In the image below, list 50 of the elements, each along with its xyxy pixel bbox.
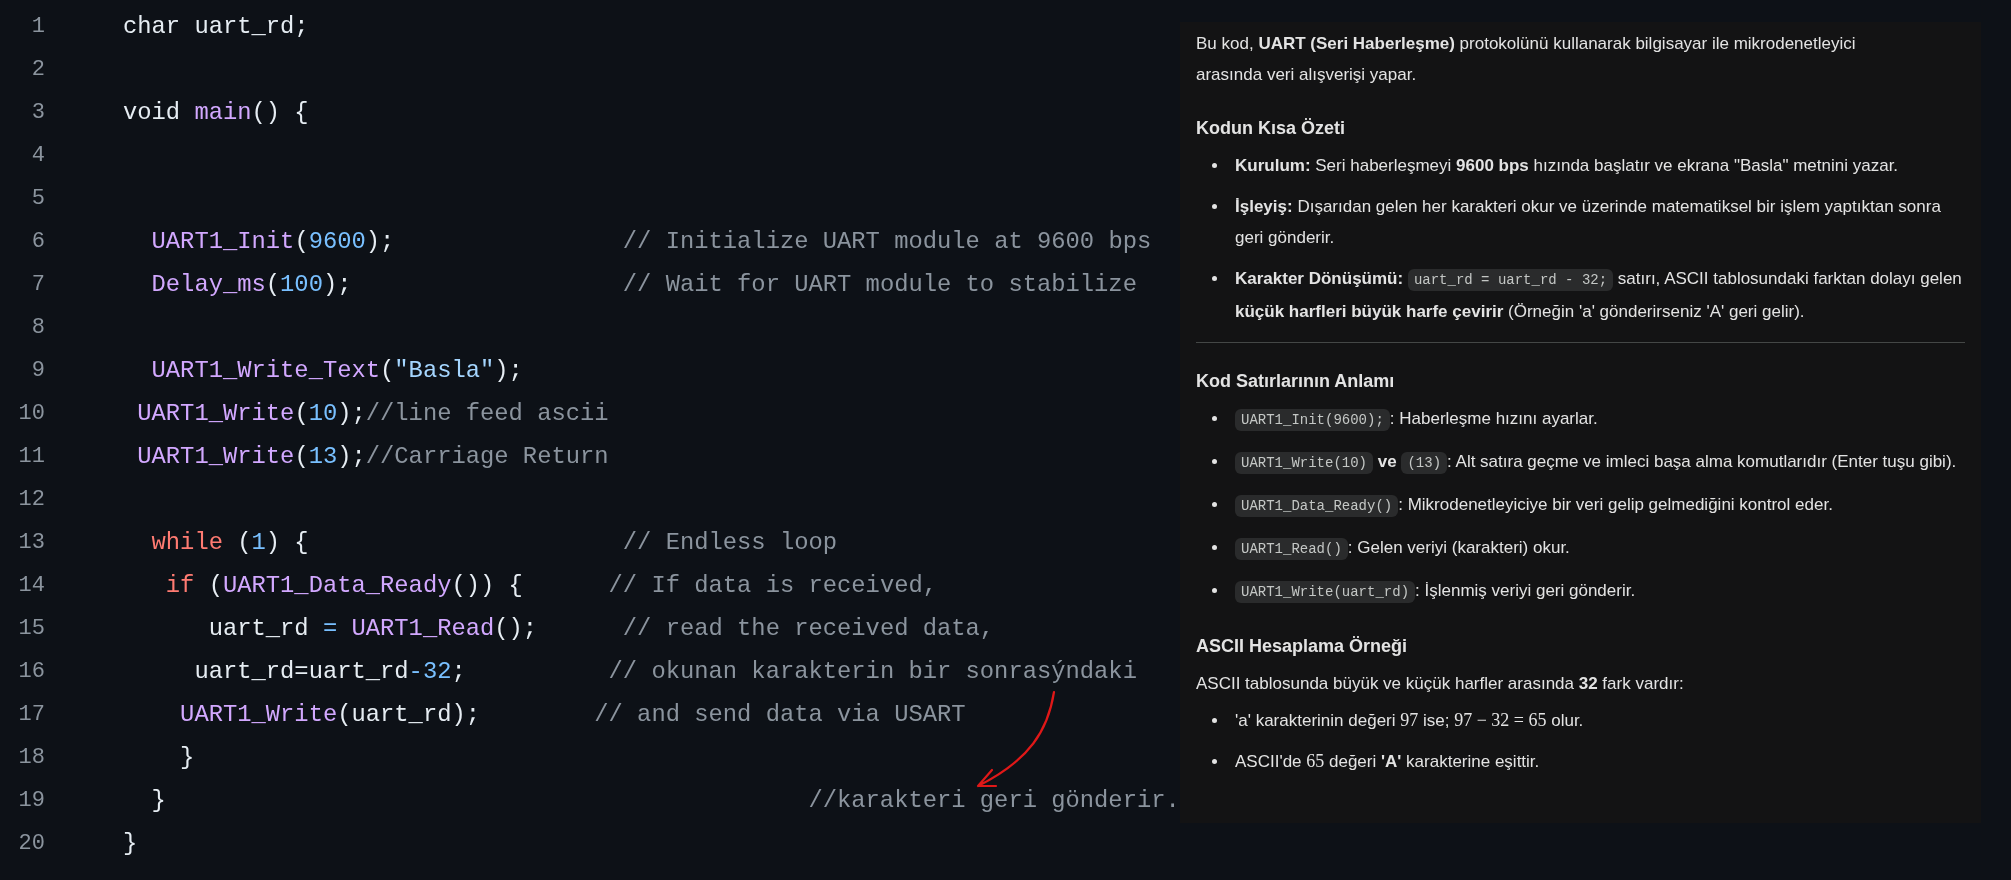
- line-number: 4: [30, 142, 45, 170]
- bullet-text: UART1_Write(uart_rd) : İşlenmiş veriyi geri gönderir.: [1235, 575, 1636, 608]
- line-number: 19: [17, 787, 45, 815]
- line-number: 20: [17, 830, 45, 858]
- code-line: UART1_Write(10);//line feed ascii: [136, 398, 609, 429]
- section-heading: ASCII Hesaplama Örneği: [1196, 635, 1409, 658]
- line-number: 12: [17, 486, 45, 514]
- code-line: while (1) { // Endless loop: [150, 527, 838, 558]
- section-heading: Kodun Kısa Özeti: [1196, 117, 1346, 140]
- line-number: 8: [30, 314, 45, 342]
- bullet-text: Kurulum: Seri haberleşmeyi 9600 bps hızında başlatır ve ekrana "Basla" metnini yazar.: [1235, 155, 1899, 177]
- code-line: Delay_ms(100); // Wait for UART module to stabilize: [150, 269, 1137, 300]
- line-number: 15: [17, 615, 45, 643]
- code-line: char uart_rd;: [123, 11, 309, 42]
- line-number: 1: [30, 13, 45, 41]
- line-number: 5: [30, 185, 45, 213]
- bullet-text: ASCII'de 65 değeri 'A' karakterine eşittir.: [1235, 750, 1540, 773]
- line-number: 18: [17, 744, 45, 772]
- line-number: 14: [17, 572, 45, 600]
- code-line: }: [179, 742, 195, 773]
- code-line: UART1_Write_Text("Basla");: [150, 355, 523, 386]
- bullet-text: İşleyiş: Dışarıdan gelen her karakteri okur ve üzerinde matematiksel bir işlem yaptıktan sonra geri gönderir.: [1235, 196, 1942, 249]
- bullet-text: Karakter Dönüşümü: uart_rd = uart_rd - 32; satırı, ASCII tablosundaki farktan dolayı gelen küçük harfleri büyük harfe çevirir (Örneğin 'a' gönderirseniz 'A' geri gelir).: [1235, 268, 1963, 323]
- bullet-text: UART1_Init(9600); : Haberleşme hızını ayarlar.: [1235, 403, 1598, 436]
- line-number: 9: [30, 357, 45, 385]
- code-line: UART1_Write(13);//Carriage Return: [136, 441, 609, 472]
- bullet-text: UART1_Read() : Gelen veriyi (karakteri) okur.: [1235, 532, 1570, 565]
- line-number: 3: [30, 99, 45, 127]
- code-line: if (UART1_Data_Ready()) { // If data is received,: [164, 570, 937, 601]
- line-number: 17: [17, 701, 45, 729]
- intro-paragraph: Bu kod, UART (Seri Haberleşme) protokolünü kullanarak bilgisayar ile mikrodenetleyici arasında veri alışverişi yapar.: [1196, 33, 1857, 86]
- paragraph: ASCII tablosunda büyük ve küçük harfler arasında 32 fark vardır:: [1196, 673, 1685, 695]
- section-heading: Kod Satırlarının Anlamı: [1196, 370, 1396, 393]
- bullet-text: UART1_Data_Ready() : Mikrodenetleyiciye bir veri gelip gelmediğini kontrol eder.: [1235, 489, 1833, 522]
- line-number: 7: [30, 271, 45, 299]
- bullet-text: UART1_Write(10) ve (13) : Alt satıra geçme ve imleci başa alma komutlarıdır (Enter tuşu gibi).: [1235, 446, 1957, 479]
- line-number: 10: [17, 400, 45, 428]
- line-number: 13: [17, 529, 45, 557]
- line-number: 2: [30, 56, 45, 84]
- line-number: 6: [30, 228, 45, 256]
- line-number: 11: [17, 443, 45, 471]
- bullet-text: 'a' karakterinin değeri 97 ise; 97 − 32 = 65 olur.: [1235, 709, 1584, 732]
- code-line: uart_rd=uart_rd-32; // okunan karakterin bir sonrasýndaki: [193, 656, 1137, 687]
- code-line: uart_rd = UART1_Read(); // read the received data,: [207, 613, 995, 644]
- code-line: }: [123, 828, 138, 859]
- code-line: } //karakteri geri gönderir.: [150, 785, 1180, 816]
- code-line: UART1_Write(uart_rd); // and send data via USART: [179, 699, 966, 730]
- line-number: 16: [17, 658, 45, 686]
- code-line: void main() {: [123, 97, 309, 128]
- code-line: UART1_Init(9600); // Initialize UART module at 9600 bps: [150, 226, 1152, 257]
